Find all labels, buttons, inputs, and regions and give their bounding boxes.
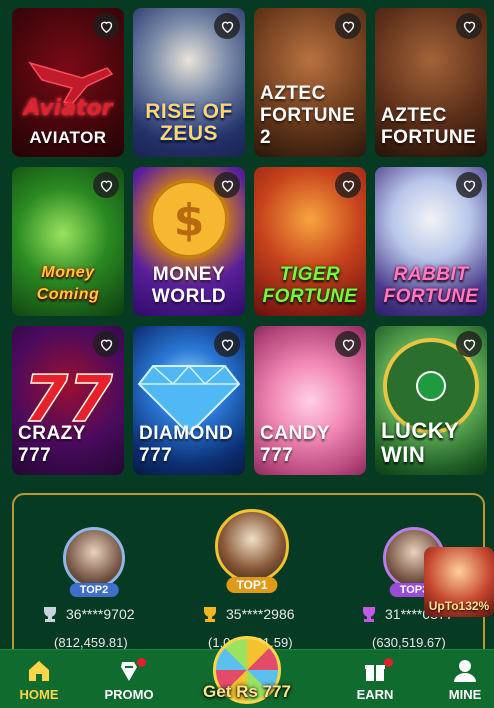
game-tile-aztec-fortune-2[interactable]: AZTEC FORTUNE 2: [254, 8, 366, 157]
user-icon: [454, 660, 476, 682]
heart-icon[interactable]: [456, 13, 482, 39]
promo-float-text: UpTo132%: [428, 599, 490, 613]
nav-promo[interactable]: PROMO: [94, 658, 164, 702]
heart-icon[interactable]: [214, 172, 240, 198]
game-tile-zeus[interactable]: RISE OF ZEUS: [133, 8, 245, 157]
heart-icon[interactable]: [456, 331, 482, 357]
winner-top1: TOP1: [206, 509, 298, 593]
floating-promo-banner[interactable]: UpTo132%: [424, 547, 494, 617]
leaderboard-panel: TOP2 TOP1 TOP3 36****9702 (812,459.81) 3…: [12, 493, 485, 653]
nav-label: HOME: [19, 687, 59, 702]
nav-label: PROMO: [104, 687, 154, 702]
rank-badge: TOP1: [226, 577, 278, 593]
game-title: TIGER FORTUNE: [262, 264, 358, 307]
heart-icon[interactable]: [93, 331, 119, 357]
winner-top1-id-row: 35****2986: [200, 605, 295, 623]
game-title: Money Coming: [36, 264, 100, 303]
heart-icon[interactable]: [335, 172, 361, 198]
heart-icon[interactable]: [335, 13, 361, 39]
nav-label: MINE: [448, 687, 482, 702]
winner-top2: TOP2: [54, 527, 134, 597]
game-tile-money-world[interactable]: $ MONEY WORLD: [133, 167, 245, 316]
game-title: RISE OF ZEUS: [145, 100, 233, 145]
game-title: RABBIT FORTUNE: [383, 264, 479, 307]
heart-icon[interactable]: [93, 172, 119, 198]
notification-dot: [384, 658, 393, 667]
game-title: DIAMOND 777: [139, 423, 234, 466]
nav-label: EARN: [356, 687, 394, 702]
heart-icon[interactable]: [335, 331, 361, 357]
heart-icon[interactable]: [214, 13, 240, 39]
get-bonus-label: Get Rs 777: [203, 682, 291, 701]
nav-mine[interactable]: MINE: [430, 658, 494, 702]
game-title: CANDY 777: [260, 423, 330, 466]
game-tile-tiger-fortune[interactable]: TIGER FORTUNE: [254, 167, 366, 316]
game-title: AZTEC FORTUNE: [381, 105, 477, 148]
heart-icon[interactable]: [214, 331, 240, 357]
game-grid: Aviator AVIATOR RISE OF ZEUS AZTEC FORTU…: [12, 8, 487, 475]
winner-amount: (630,519.67): [372, 635, 446, 650]
home-icon: [29, 661, 49, 681]
trophy-icon: [204, 607, 216, 622]
game-title: LUCKY WIN: [381, 418, 459, 467]
trophy-icon: [363, 607, 375, 622]
aviator-logo: Aviator: [23, 96, 113, 121]
avatar: [215, 509, 289, 583]
game-title: AVIATOR: [29, 128, 107, 147]
notification-dot: [137, 658, 146, 667]
game-tile-money-coming[interactable]: Money Coming: [12, 167, 124, 316]
trophy-icon: [44, 607, 56, 622]
winner-user-id: 35****2986: [226, 606, 295, 622]
game-tile-lucky-win[interactable]: LUCKY WIN: [375, 326, 487, 475]
winner-top2-id-row: 36****9702: [40, 605, 135, 623]
get-bonus-button[interactable]: Get Rs 777: [188, 636, 306, 708]
game-tile-crazy-777[interactable]: 77 CRAZY 777: [12, 326, 124, 475]
game-title: AZTEC FORTUNE 2: [260, 83, 356, 148]
game-tile-candy-777[interactable]: CANDY 777: [254, 326, 366, 475]
game-title: CRAZY 777: [18, 423, 86, 466]
heart-icon[interactable]: [93, 13, 119, 39]
rank-badge: TOP2: [69, 583, 119, 597]
game-tile-diamond-777[interactable]: DIAMOND 777: [133, 326, 245, 475]
game-tile-aztec-fortune[interactable]: AZTEC FORTUNE: [375, 8, 487, 157]
nav-home[interactable]: HOME: [4, 658, 74, 702]
winner-user-id: 36****9702: [66, 606, 135, 622]
game-tile-rabbit-fortune[interactable]: RABBIT FORTUNE: [375, 167, 487, 316]
game-tile-aviator[interactable]: Aviator AVIATOR: [12, 8, 124, 157]
svg-text:$: $: [174, 195, 205, 246]
heart-icon[interactable]: [456, 172, 482, 198]
winner-amount: (812,459.81): [54, 635, 128, 650]
avatar: [63, 527, 125, 589]
nav-earn[interactable]: EARN: [340, 658, 410, 702]
game-title: MONEY WORLD: [151, 264, 227, 307]
